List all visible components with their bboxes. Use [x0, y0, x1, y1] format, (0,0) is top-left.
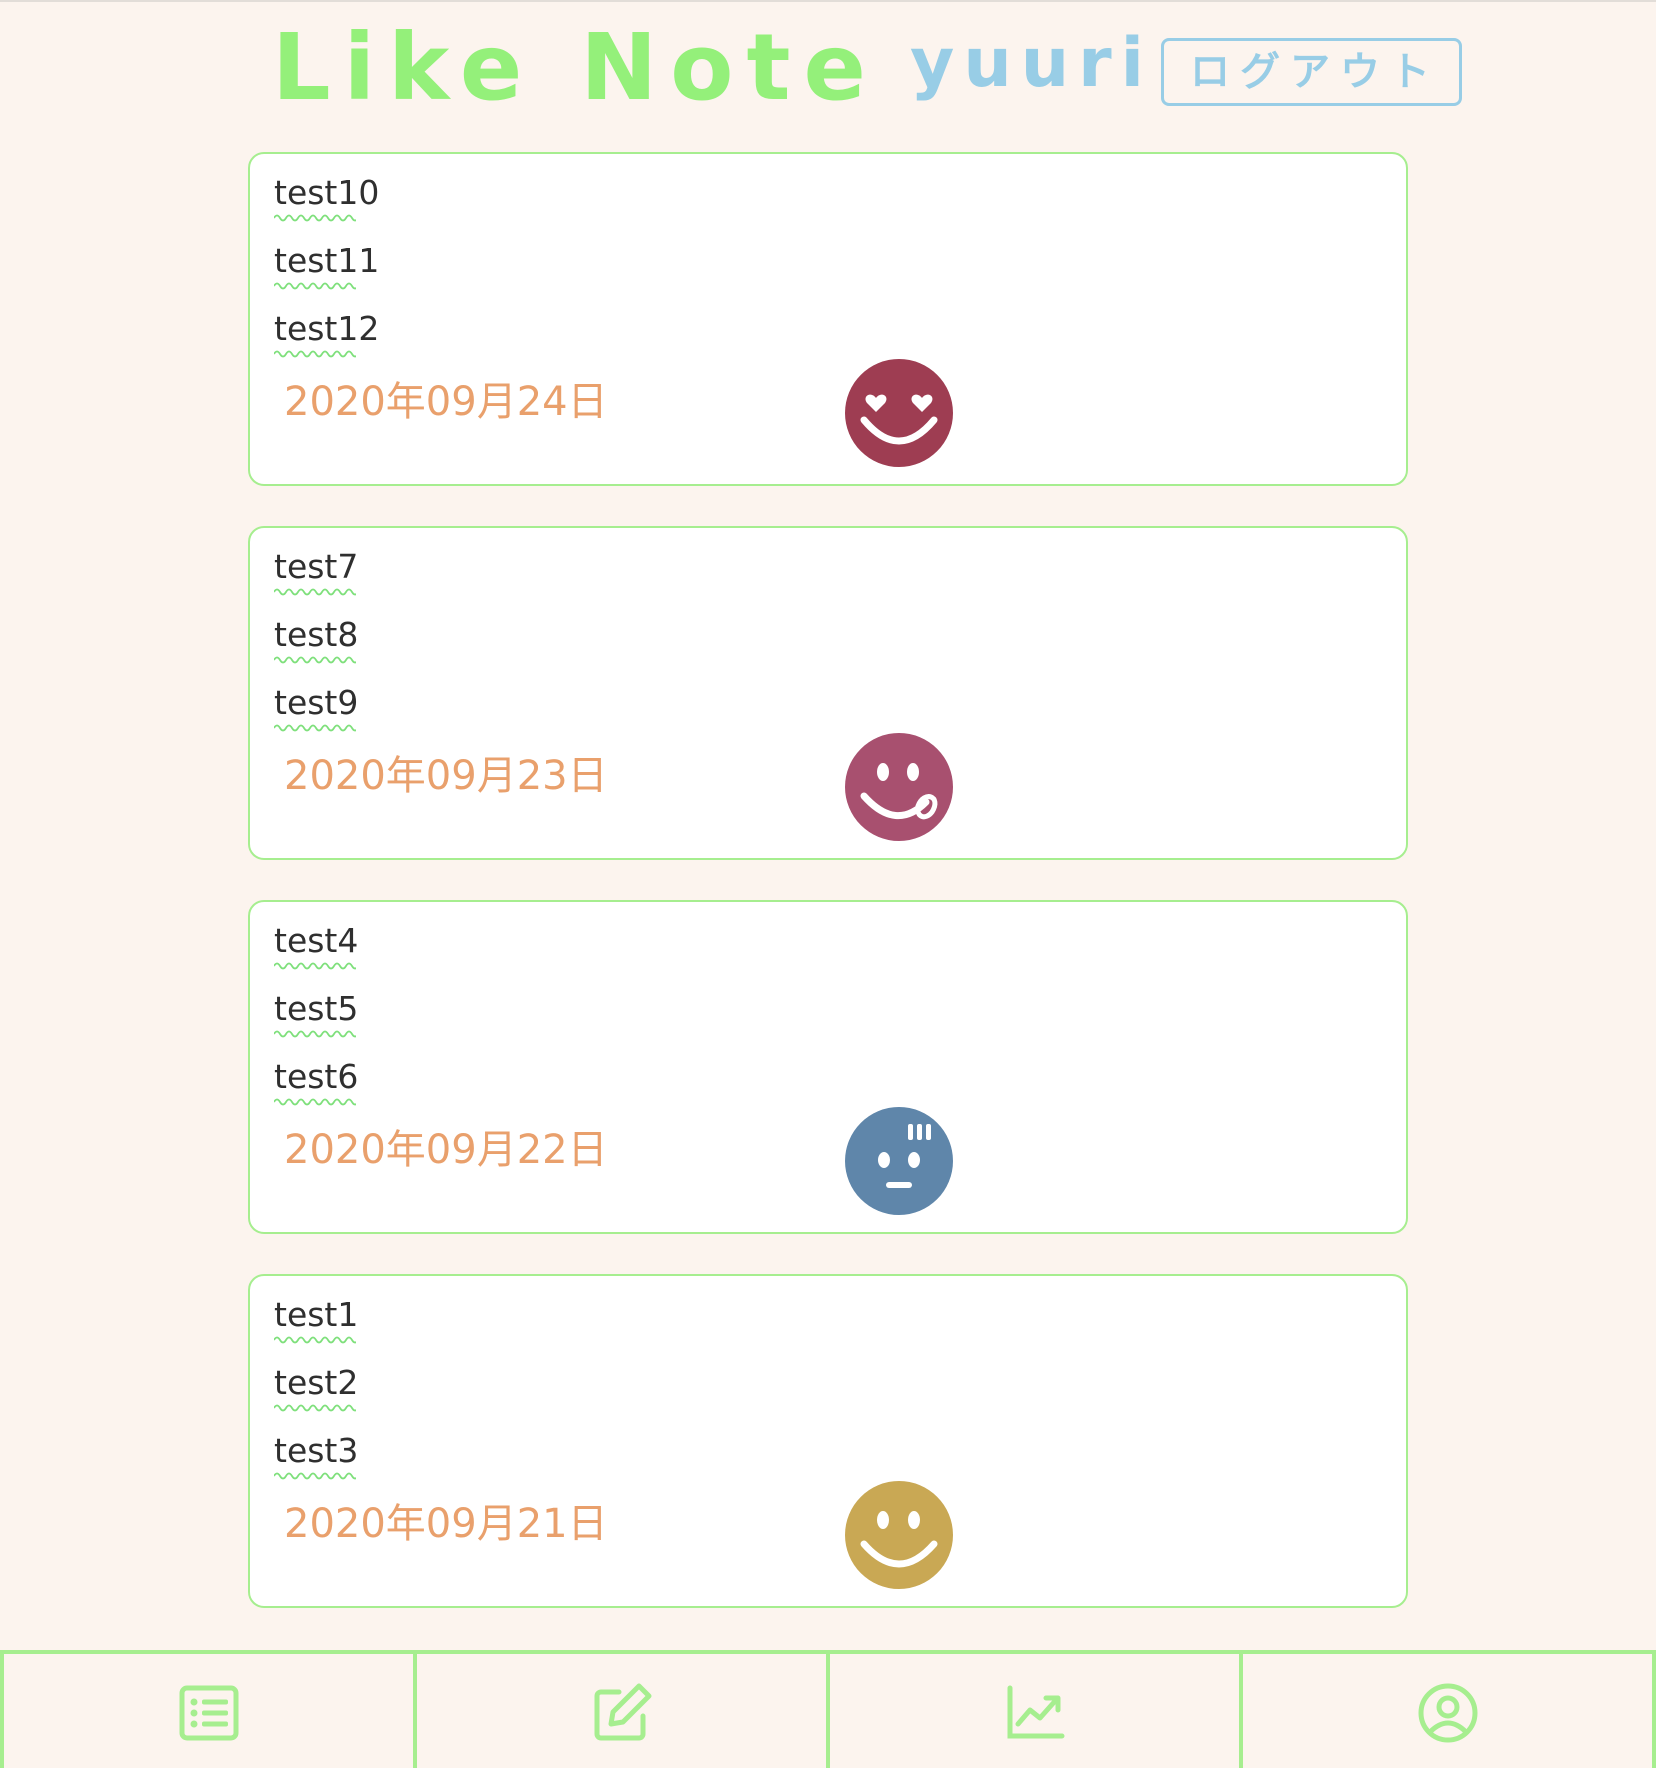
- note-item: test7: [274, 550, 358, 596]
- note-date: 2020年09月22日: [284, 1127, 608, 1173]
- edit-icon: [594, 1683, 651, 1741]
- note-item: test6: [274, 1060, 358, 1106]
- spellcheck-underline: [274, 214, 356, 222]
- note-date: 2020年09月24日: [284, 379, 608, 425]
- note-card[interactable]: test4 test5 test6 2020年09月22日: [248, 900, 1408, 1234]
- note-item: test1: [274, 1298, 358, 1344]
- spellcheck-underline: [274, 1472, 356, 1480]
- spellcheck-underline: [274, 1098, 356, 1106]
- app-title: Like Note: [272, 14, 879, 121]
- spellcheck-underline: [274, 656, 356, 664]
- note-card[interactable]: test1 test2 test3 2020年09月21日: [248, 1274, 1408, 1608]
- spellcheck-underline: [274, 724, 356, 732]
- smile-face-icon: [845, 1481, 953, 1589]
- spellcheck-underline: [274, 350, 356, 358]
- top-divider: [0, 0, 1656, 2]
- nav-chart-button[interactable]: [826, 1654, 1239, 1768]
- tongue-out-face-icon: [845, 733, 953, 841]
- note-card[interactable]: test7 test8 test9 2020年09月23日: [248, 526, 1408, 860]
- note-item: test8: [274, 618, 358, 664]
- heart-eyes-face-icon: [845, 359, 953, 467]
- note-item: test9: [274, 686, 358, 732]
- nav-list-button[interactable]: [0, 1654, 413, 1768]
- note-item: test11: [274, 244, 379, 290]
- note-item: test10: [274, 176, 379, 222]
- note-item: test12: [274, 312, 379, 358]
- note-item: test5: [274, 992, 358, 1038]
- note-item: test3: [274, 1434, 358, 1480]
- spellcheck-underline: [274, 282, 356, 290]
- list-icon: [179, 1685, 238, 1741]
- logout-button[interactable]: ログアウト: [1161, 38, 1462, 106]
- user-icon: [1418, 1683, 1477, 1743]
- spellcheck-underline: [274, 1336, 356, 1344]
- note-date: 2020年09月23日: [284, 753, 608, 799]
- spellcheck-underline: [274, 962, 356, 970]
- spellcheck-underline: [274, 588, 356, 596]
- worried-face-icon: [845, 1107, 953, 1215]
- bottom-nav: [0, 1650, 1656, 1768]
- note-card[interactable]: test10 test11 test12 2020年09月24日: [248, 152, 1408, 486]
- nav-edit-button[interactable]: [413, 1654, 826, 1768]
- note-item: test2: [274, 1366, 358, 1412]
- username-label: yuuri: [910, 24, 1153, 103]
- nav-profile-button[interactable]: [1239, 1654, 1656, 1768]
- note-date: 2020年09月21日: [284, 1501, 608, 1547]
- spellcheck-underline: [274, 1404, 356, 1412]
- chart-icon: [1007, 1685, 1064, 1739]
- page: Like Note yuuri ログアウト test10 test11 test…: [0, 0, 1656, 1768]
- note-item: test4: [274, 924, 358, 970]
- spellcheck-underline: [274, 1030, 356, 1038]
